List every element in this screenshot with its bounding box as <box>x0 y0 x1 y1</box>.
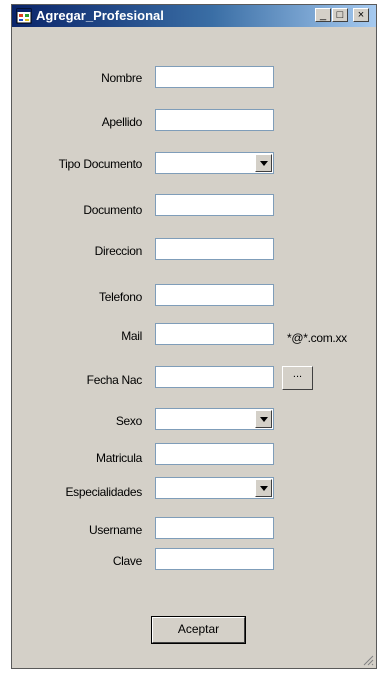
title-bar[interactable]: Agregar_Profesional _ □ × <box>12 5 376 27</box>
direccion-input[interactable] <box>155 238 274 260</box>
resize-grip-icon[interactable] <box>362 654 374 666</box>
username-input[interactable] <box>155 517 274 539</box>
documento-label: Documento <box>83 203 142 217</box>
tipo-documento-label: Tipo Documento <box>58 157 143 171</box>
chevron-down-icon[interactable] <box>255 479 272 497</box>
window: Agregar_Profesional _ □ × Nombre Apellid… <box>11 4 377 669</box>
telefono-input[interactable] <box>155 284 274 306</box>
minimize-button[interactable]: _ <box>315 8 331 22</box>
app-window-icon <box>16 8 32 24</box>
tipo-documento-select[interactable] <box>155 152 274 174</box>
nombre-label: Nombre <box>101 71 142 85</box>
direccion-label: Direccion <box>94 244 143 258</box>
window-title: Agregar_Profesional <box>36 8 164 23</box>
especialidades-label: Especialidades <box>65 485 142 499</box>
matricula-label: Matricula <box>96 451 142 465</box>
clave-label: Clave <box>112 554 142 568</box>
mail-input[interactable] <box>155 323 274 345</box>
fecha-nac-input[interactable] <box>155 366 274 388</box>
minimize-icon: _ <box>319 9 327 21</box>
mail-format-hint: *@*.com.xx <box>287 331 347 345</box>
apellido-input[interactable] <box>155 109 274 131</box>
chevron-down-icon[interactable] <box>255 410 272 428</box>
nombre-input[interactable] <box>155 66 274 88</box>
mail-label: Mail <box>121 329 142 343</box>
telefono-label: Telefono <box>99 290 142 304</box>
maximize-icon: □ <box>336 9 344 21</box>
fecha-nac-label: Fecha Nac <box>86 373 143 387</box>
date-picker-button[interactable]: ... <box>282 366 313 390</box>
especialidades-select[interactable] <box>155 477 274 499</box>
chevron-down-icon[interactable] <box>255 154 272 172</box>
accept-button[interactable]: Aceptar <box>152 617 245 643</box>
sexo-select[interactable] <box>155 408 274 430</box>
close-button[interactable]: × <box>353 8 369 22</box>
matricula-input[interactable] <box>155 443 274 465</box>
documento-input[interactable] <box>155 194 274 216</box>
close-icon: × <box>357 9 365 21</box>
maximize-button[interactable]: □ <box>332 8 348 22</box>
clave-input[interactable] <box>155 548 274 570</box>
username-label: Username <box>89 523 142 537</box>
sexo-label: Sexo <box>115 414 142 428</box>
apellido-label: Apellido <box>101 115 143 129</box>
